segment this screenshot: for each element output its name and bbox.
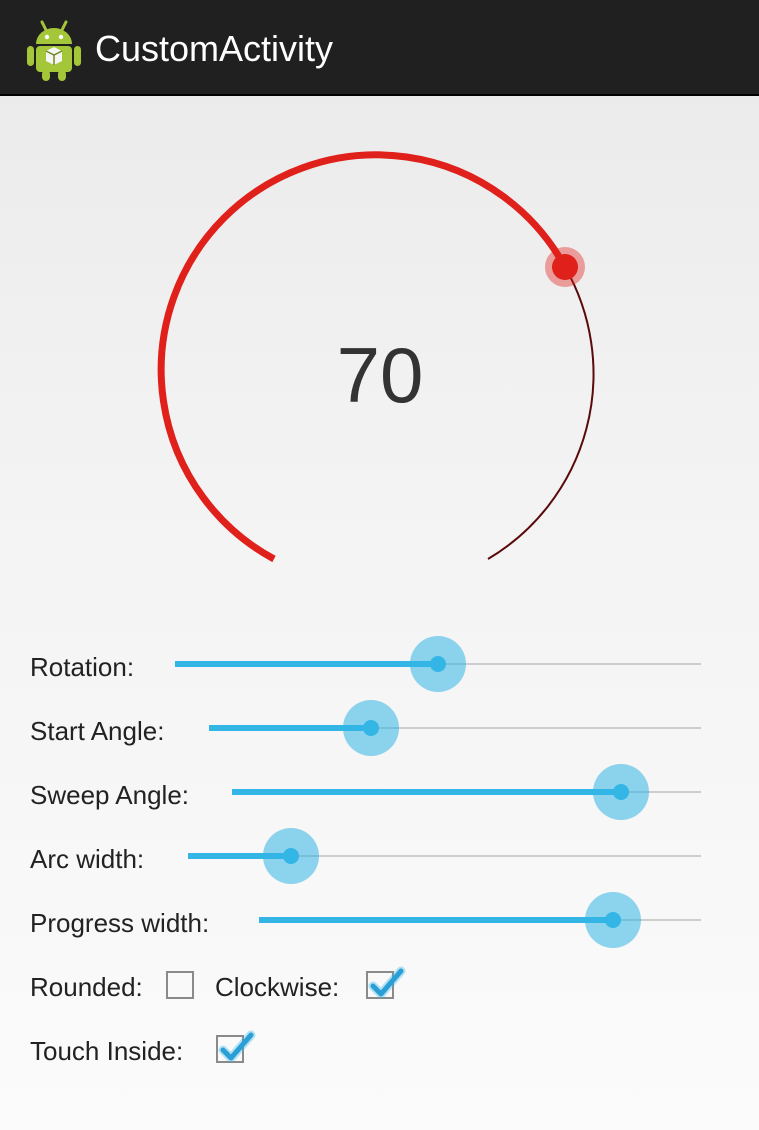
rotation-seekbar[interactable] [175, 634, 701, 694]
rotation-label: Rotation: [30, 652, 135, 682]
checkmark-icon [368, 966, 406, 999]
touch-inside-checkbox[interactable] [216, 1030, 256, 1065]
progress-value-text: 70 [336, 331, 424, 419]
seekbar-thumb[interactable] [613, 784, 629, 800]
rotation-row: Rotation: [30, 634, 730, 694]
start-angle-seekbar[interactable] [209, 698, 701, 758]
rounded-clockwise-row: Rounded: Clockwise: [30, 954, 730, 1014]
progress-width-seekbar[interactable] [259, 890, 701, 950]
arc-width-label: Arc width: [30, 844, 145, 874]
seekbar-thumb[interactable] [605, 912, 621, 928]
progress-width-row: Progress width: [30, 890, 730, 950]
arc-width-seekbar[interactable] [188, 826, 701, 886]
action-bar: CustomActivity [0, 0, 759, 96]
checkbox-box [166, 971, 194, 999]
start-angle-label: Start Angle: [30, 716, 165, 746]
app-title: CustomActivity [95, 28, 334, 69]
seekbar-progress [232, 789, 621, 795]
start-angle-row: Start Angle: [30, 698, 730, 758]
arc-width-row: Arc width: [30, 826, 730, 886]
seek-arc[interactable]: 70 [0, 98, 759, 598]
clockwise-checkbox[interactable] [366, 966, 406, 1001]
seekbar-progress [175, 661, 438, 667]
sweep-angle-seekbar[interactable] [232, 762, 701, 822]
seekbar-progress [259, 917, 613, 923]
checkmark-icon [218, 1030, 256, 1063]
arc-track [487, 266, 595, 560]
arc-thumb [552, 254, 578, 280]
android-robot-icon[interactable] [26, 18, 82, 82]
sweep-angle-label: Sweep Angle: [30, 780, 190, 810]
rounded-label: Rounded: [30, 972, 143, 1002]
seekbar-thumb[interactable] [430, 656, 446, 672]
seekbar-thumb[interactable] [283, 848, 299, 864]
touch-inside-row: Touch Inside: [30, 1018, 730, 1078]
clockwise-label: Clockwise: [215, 972, 340, 1002]
progress-width-label: Progress width: [30, 908, 210, 938]
rounded-checkbox[interactable] [166, 971, 196, 1001]
seekbar-thumb[interactable] [363, 720, 379, 736]
touch-inside-label: Touch Inside: [30, 1036, 184, 1066]
sweep-angle-row: Sweep Angle: [30, 762, 730, 822]
